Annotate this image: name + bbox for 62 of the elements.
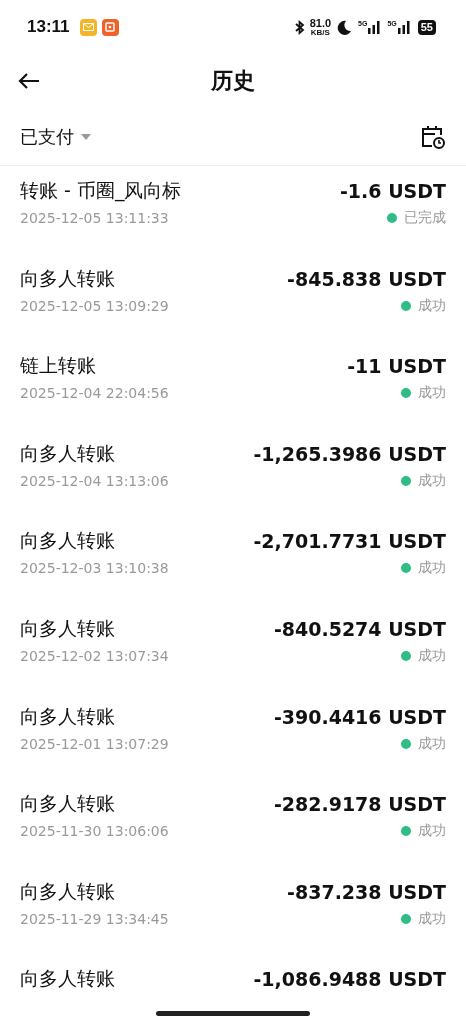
moon-icon — [337, 19, 353, 35]
app-icon — [101, 18, 119, 36]
transaction-status: 成功 — [418, 296, 446, 315]
status-dot — [401, 650, 411, 661]
status-dot — [401, 826, 411, 837]
status-dot — [401, 913, 411, 924]
bluetooth-icon — [293, 19, 306, 35]
transaction-status: 成功 — [418, 734, 446, 753]
transaction-time: 2025-11-30 13:06:06 — [20, 823, 169, 840]
transaction-amount: -390.4416 USDT — [273, 705, 446, 728]
transaction-title: 转账 - 币圈_风向标 — [20, 178, 182, 204]
status-dot — [401, 563, 411, 574]
status-filter-dropdown[interactable]: 已支付 — [20, 124, 92, 149]
transaction-title: 链上转账 — [20, 353, 96, 379]
transaction-title: 向多人转账 — [20, 878, 115, 904]
transaction-status: 成功 — [418, 471, 446, 490]
transaction-status: 成功 — [418, 822, 446, 841]
transaction-amount: -1,086.9488 USDT — [253, 968, 446, 991]
transaction-time: 2025-12-04 13:13:06 — [20, 472, 169, 489]
transaction-title: 向多人转账 — [20, 615, 115, 641]
transaction-amount: -840.5274 USDT — [273, 617, 446, 640]
back-button[interactable] — [18, 72, 40, 90]
signal-icon — [367, 20, 382, 34]
transaction-status: 已完成 — [404, 209, 446, 227]
transaction-time: 2025-12-05 13:11:33 — [20, 210, 169, 226]
transaction-title: 向多人转账 — [20, 440, 115, 466]
status-dot — [401, 738, 411, 749]
transaction-amount: -282.9178 USDT — [273, 793, 446, 816]
speed-unit: KB/S — [310, 28, 330, 37]
transaction-amount: -845.838 USDT — [287, 267, 446, 290]
transaction-title: 向多人转账 — [20, 703, 115, 729]
transaction-title: 向多人转账 — [20, 528, 115, 554]
network-speed: 81.0 — [309, 17, 332, 29]
battery-level: 55 — [417, 19, 436, 35]
transaction-time: 2025-12-05 13:09:29 — [20, 297, 169, 314]
mail-icon — [79, 18, 97, 36]
transaction-amount: -11 USDT — [347, 355, 446, 378]
status-dot — [387, 213, 397, 223]
transaction-title: 向多人转账 — [20, 265, 115, 291]
transaction-status: 成功 — [418, 646, 446, 665]
clock: 13:11 — [27, 17, 70, 37]
transaction-status: 成功 — [418, 384, 446, 403]
signal-icon — [396, 20, 411, 34]
status-dot — [401, 300, 411, 311]
transaction-time: 2025-12-04 22:04:56 — [20, 385, 169, 402]
caret-icon — [80, 132, 92, 141]
transaction-title: 向多人转账 — [20, 966, 115, 992]
transaction-time: 2025-12-02 13:07:34 — [20, 647, 169, 664]
transaction-amount: -837.238 USDT — [287, 880, 446, 903]
transaction-amount: -2,701.7731 USDT — [253, 530, 446, 553]
transaction-time: 2025-12-03 13:10:38 — [20, 560, 169, 577]
transaction-title: 向多人转账 — [20, 791, 115, 817]
calendar-icon[interactable] — [420, 123, 446, 150]
transaction-time: 2025-12-01 13:07:29 — [20, 735, 169, 752]
status-dot — [401, 475, 411, 486]
transaction-amount: -1.6 USDT — [340, 180, 446, 202]
transaction-amount: -1,265.3986 USDT — [253, 442, 446, 465]
transaction-status: 成功 — [418, 559, 446, 578]
status-dot — [401, 388, 411, 399]
transaction-status: 成功 — [418, 909, 446, 928]
transaction-time: 2025-11-29 13:34:45 — [20, 910, 169, 927]
page-title: 历史 — [211, 67, 255, 95]
